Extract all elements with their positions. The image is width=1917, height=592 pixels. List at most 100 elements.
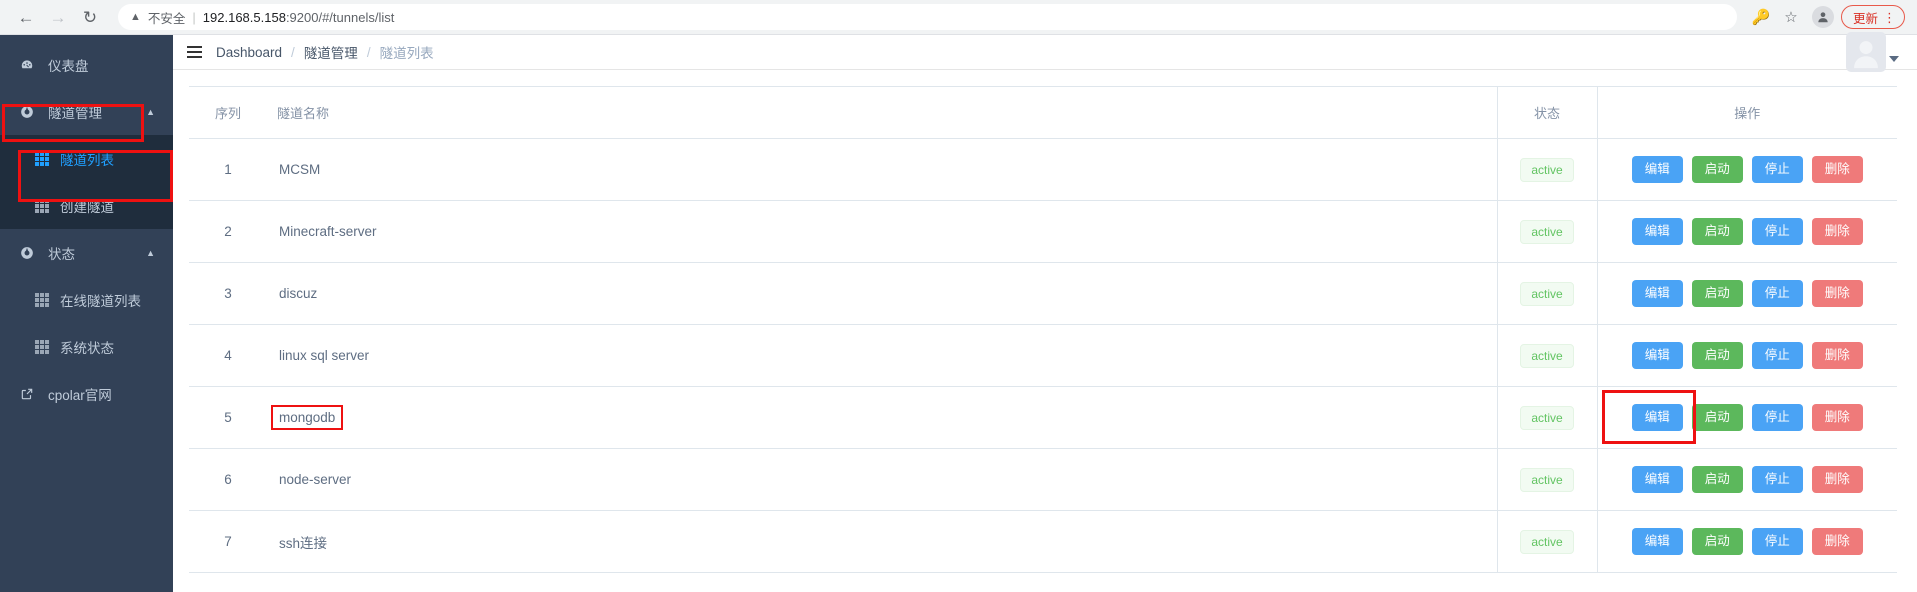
status-badge: active xyxy=(1520,467,1574,492)
avatar[interactable] xyxy=(1846,32,1886,72)
breadcrumb-separator: / xyxy=(291,44,295,60)
delete-button[interactable]: 删除 xyxy=(1811,466,1863,493)
sidebar-item-system-status[interactable]: 系统状态 xyxy=(0,323,173,370)
edit-button-wrap: 编辑 xyxy=(1631,528,1683,555)
key-icon[interactable]: 🔑 xyxy=(1747,3,1775,31)
edit-button[interactable]: 编辑 xyxy=(1631,156,1683,183)
sidebar-item-status-group[interactable]: 状态 ▲ xyxy=(0,229,173,276)
start-button[interactable]: 启动 xyxy=(1691,528,1743,555)
edit-button[interactable]: 编辑 xyxy=(1631,528,1683,555)
sidebar-item-label: 在线隧道列表 xyxy=(60,293,141,309)
delete-button[interactable]: 删除 xyxy=(1811,528,1863,555)
url-text: 192.168.5.158:9200/#/tunnels/list xyxy=(202,9,395,25)
start-button[interactable]: 启动 xyxy=(1691,280,1743,307)
cell-ops: 编辑 启动 停止 删除 xyxy=(1596,324,1897,387)
stop-button[interactable]: 停止 xyxy=(1751,342,1803,369)
cell-seq: 3 xyxy=(189,262,267,325)
forward-icon[interactable]: → xyxy=(44,3,72,31)
cell-name: discuz xyxy=(267,262,1497,325)
sidebar-item-cpolar-website[interactable]: cpolar官网 xyxy=(0,370,173,417)
edit-button-wrap: 编辑 xyxy=(1601,390,1696,444)
breadcrumb: Dashboard / 隧道管理 / 隧道列表 xyxy=(216,42,434,62)
edit-button[interactable]: 编辑 xyxy=(1631,218,1683,245)
delete-button[interactable]: 删除 xyxy=(1811,280,1863,307)
update-label: 更新 xyxy=(1852,11,1878,26)
main-content: Dashboard / 隧道管理 / 隧道列表 序列 隧道名称 状态 操作 1 … xyxy=(173,32,1917,592)
start-button[interactable]: 启动 xyxy=(1691,466,1743,493)
cell-seq: 1 xyxy=(189,138,267,201)
cell-seq: 6 xyxy=(189,448,267,511)
breadcrumb-item-tunnel-management[interactable]: 隧道管理 xyxy=(304,42,358,62)
stop-button[interactable]: 停止 xyxy=(1751,156,1803,183)
tunnel-list-panel: 序列 隧道名称 状态 操作 1 MCSM active 编辑 启动 停止 删除 2 Minecr… xyxy=(173,70,1917,592)
row-actions: 编辑 启动 停止 删除 xyxy=(1598,528,1898,555)
sidebar-item-label: 隧道管理 xyxy=(48,105,102,121)
stop-button[interactable]: 停止 xyxy=(1751,528,1803,555)
sidebar-item-online-tunnel-list[interactable]: 在线隧道列表 xyxy=(0,276,173,323)
status-badge: active xyxy=(1520,529,1574,554)
browser-toolbar: ← → ↻ ▲ 不安全 | 192.168.5.158:9200/#/tunne… xyxy=(0,0,1917,35)
edit-button[interactable]: 编辑 xyxy=(1631,342,1683,369)
table-head: 序列 隧道名称 状态 操作 xyxy=(189,86,1897,139)
edit-button[interactable]: 编辑 xyxy=(1631,466,1683,493)
sidebar-item-create-tunnel[interactable]: 创建隧道 xyxy=(0,182,173,229)
status-badge: active xyxy=(1520,281,1574,306)
star-icon[interactable]: ☆ xyxy=(1777,3,1805,31)
delete-button[interactable]: 删除 xyxy=(1811,156,1863,183)
application-window: 仪表盘 隧道管理 ▲ 隧道列表 创建隧道 状态 ▲ 在线隧道列表 系统状态 cp… xyxy=(0,32,1917,592)
update-button[interactable]: 更新 ⋮ xyxy=(1840,5,1905,29)
stop-button[interactable]: 停止 xyxy=(1751,404,1803,431)
cell-name: node-server xyxy=(267,448,1497,511)
cell-name: linux sql server xyxy=(267,324,1497,387)
start-button[interactable]: 启动 xyxy=(1691,342,1743,369)
tunnel-name: Minecraft-server xyxy=(279,224,377,239)
table-row: 7 ssh连接 active 编辑 启动 停止 删除 xyxy=(189,510,1898,573)
cell-seq: 4 xyxy=(189,324,267,387)
profile-avatar-icon[interactable] xyxy=(1811,6,1834,28)
sidebar-item-label: 仪表盘 xyxy=(48,58,89,74)
breadcrumb-item-dashboard[interactable]: Dashboard xyxy=(216,45,282,60)
content-header: Dashboard / 隧道管理 / 隧道列表 xyxy=(173,32,1917,72)
cell-state: active xyxy=(1496,448,1597,511)
breadcrumb-separator: / xyxy=(366,44,371,60)
delete-button[interactable]: 删除 xyxy=(1811,218,1863,245)
edit-button[interactable]: 编辑 xyxy=(1631,280,1683,307)
grid-icon xyxy=(33,292,50,307)
address-bar[interactable]: ▲ 不安全 | 192.168.5.158:9200/#/tunnels/lis… xyxy=(118,4,1737,30)
stop-button[interactable]: 停止 xyxy=(1751,218,1803,245)
grid-icon xyxy=(33,198,50,213)
stop-button[interactable]: 停止 xyxy=(1751,466,1803,493)
status-badge: active xyxy=(1520,405,1574,430)
user-menu[interactable] xyxy=(1846,32,1899,72)
back-icon[interactable]: ← xyxy=(12,3,40,31)
compass-icon xyxy=(17,246,37,260)
breadcrumb-item-tunnel-list: 隧道列表 xyxy=(379,46,434,61)
chrome-actions: 🔑 ☆ 更新 ⋮ xyxy=(1747,3,1905,31)
delete-button[interactable]: 删除 xyxy=(1811,404,1863,431)
edit-button[interactable]: 编辑 xyxy=(1631,404,1683,431)
column-header-seq: 序列 xyxy=(189,86,267,139)
start-button[interactable]: 启动 xyxy=(1691,404,1743,431)
start-button[interactable]: 启动 xyxy=(1691,156,1743,183)
caret-down-icon[interactable] xyxy=(1889,56,1899,62)
sidebar-item-tunnel-list[interactable]: 隧道列表 xyxy=(0,135,173,182)
sidebar-item-tunnel-management[interactable]: 隧道管理 ▲ xyxy=(0,88,173,135)
stop-button[interactable]: 停止 xyxy=(1751,280,1803,307)
sidebar-item-dashboard[interactable]: 仪表盘 xyxy=(0,41,173,88)
kebab-menu-icon[interactable]: ⋮ xyxy=(1883,11,1896,24)
column-header-name: 隧道名称 xyxy=(267,86,1497,139)
reload-icon[interactable]: ↻ xyxy=(76,3,104,31)
column-header-ops: 操作 xyxy=(1596,86,1897,139)
chevron-up-icon[interactable]: ▲ xyxy=(146,107,155,117)
chevron-up-icon[interactable]: ▲ xyxy=(146,248,155,258)
delete-button[interactable]: 删除 xyxy=(1811,342,1863,369)
hamburger-collapse-icon[interactable] xyxy=(187,46,202,58)
omnibox-separator: | xyxy=(192,9,196,25)
edit-button-wrap: 编辑 xyxy=(1631,280,1683,307)
cell-state: active xyxy=(1496,386,1597,449)
tunnel-name: ssh连接 xyxy=(279,535,328,551)
start-button[interactable]: 启动 xyxy=(1691,218,1743,245)
cell-seq: 5 xyxy=(189,386,267,449)
dashboard-icon xyxy=(17,58,37,72)
status-badge: active xyxy=(1520,157,1574,182)
